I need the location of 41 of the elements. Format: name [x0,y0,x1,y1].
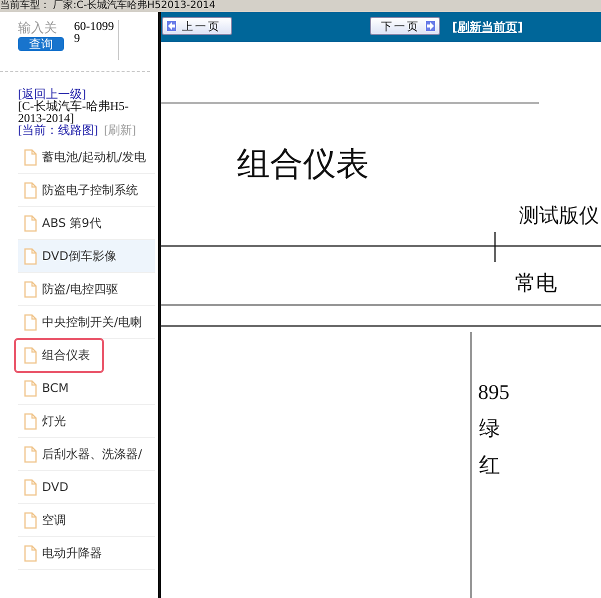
refresh-page-link[interactable]: [刷新当前页] [452,19,523,36]
component-label: 常电 [515,273,557,294]
search-value-text: 60-10999 [74,20,119,60]
sidebar-item[interactable]: DVD倒车影像 [18,240,155,273]
sidebar-item[interactable]: 防盗/电控四驱 [18,273,155,306]
current-link[interactable]: [当前：线路图] [18,123,98,137]
sidebar-item[interactable]: 电动升降器 [18,537,155,570]
document-icon [24,182,37,198]
sidebar-item[interactable]: DVD [18,471,155,504]
next-page-button[interactable]: 下一页 [370,17,440,35]
wire-label: 895 [478,382,510,403]
sidebar-item[interactable]: BCM [18,372,155,405]
document-icon [24,214,37,232]
sidebar-item[interactable]: 蓄电池/起动机/发电 [18,141,155,174]
wire-label: 红 [479,455,500,476]
sidebar-item[interactable]: 空调 [18,504,155,537]
model-text: [C-长城汽车-哈弗H5-2013-2014] [18,100,129,124]
document-icon [24,478,37,496]
component-label: 测试版仪 [519,205,599,225]
document-icon [24,314,37,330]
sidebar-item[interactable]: 后刮水器、洗涤器/ [18,438,155,471]
document-icon [24,544,37,562]
query-button[interactable]: 查询 [18,37,64,51]
sidebar-item[interactable]: 灯光 [18,405,155,438]
sidebar-item[interactable]: 中央控制开关/电喇 [18,306,155,339]
document-icon [24,346,37,364]
back-link[interactable]: [返回上一级] [18,87,86,101]
sidebar-item[interactable]: 组合仪表 [15,339,103,372]
diagram-title: 组合仪表 [237,146,369,185]
document-icon [24,380,37,396]
arrow-right-icon [426,21,435,31]
document-icon [24,248,37,264]
arrow-left-icon [167,21,176,31]
previous-page-button[interactable]: 上一页 [162,17,232,35]
document-icon [24,148,37,166]
document-icon [24,446,37,462]
document-icon [24,512,37,528]
wire-label: 绿 [479,418,500,439]
document-icon [24,280,37,298]
sidebar-item[interactable]: 防盗电子控制系统 [18,174,155,207]
document-icon [24,412,37,430]
